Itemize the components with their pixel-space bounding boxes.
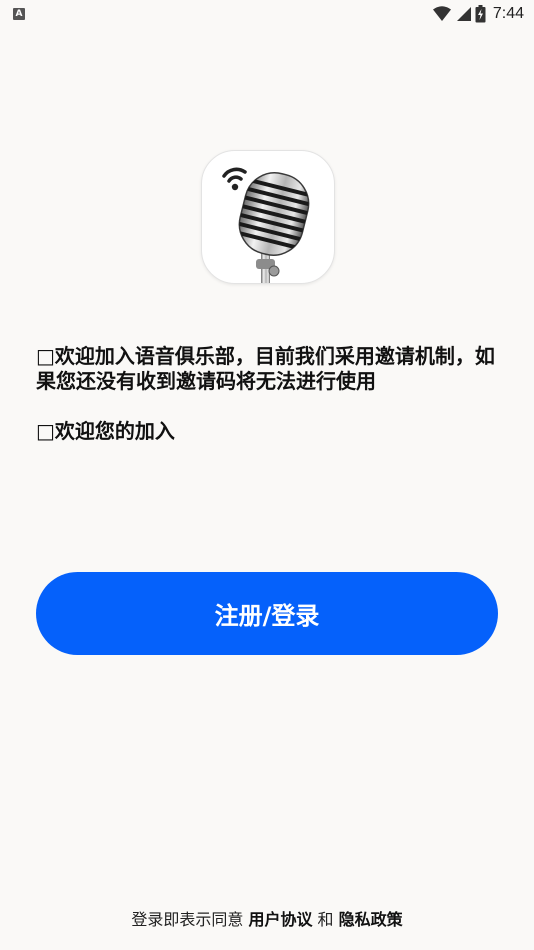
- notification-icon: A: [13, 8, 25, 20]
- agreement-prefix: 登录即表示同意: [131, 910, 244, 929]
- agreement-conjunction: 和: [317, 910, 334, 929]
- register-login-button[interactable]: 注册/登录: [36, 572, 498, 655]
- battery-charging-icon: [475, 5, 486, 23]
- user-agreement-link[interactable]: 用户协议: [248, 910, 312, 929]
- clock: 7:44: [492, 5, 524, 22]
- status-bar: A 7:44: [0, 0, 534, 28]
- app-logo: [201, 150, 335, 284]
- signal-icon: [456, 7, 471, 21]
- status-icons: 7:44: [432, 3, 524, 25]
- microphone-icon: [222, 167, 315, 283]
- privacy-policy-link[interactable]: 隐私政策: [339, 910, 403, 929]
- wifi-icon: [432, 6, 451, 21]
- invitation-notice: □欢迎加入语音俱乐部，目前我们采用邀请机制，如果您还没有收到邀请码将无法进行使用: [36, 344, 495, 393]
- agreement-footer: 登录即表示同意 用户协议 和 隐私政策: [0, 906, 534, 930]
- welcome-text: □欢迎您的加入: [36, 419, 175, 443]
